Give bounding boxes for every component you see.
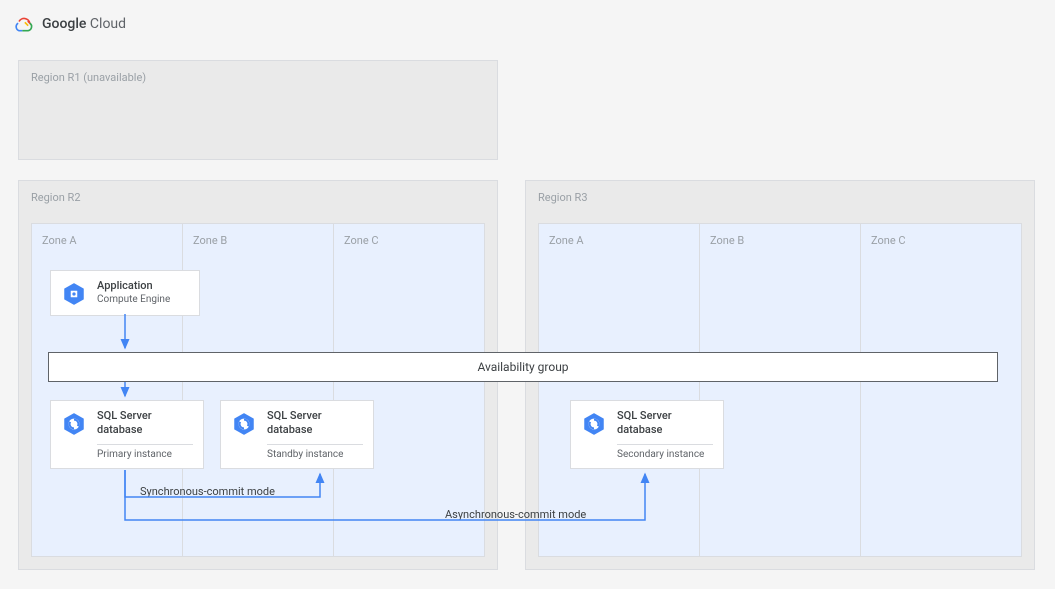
- region-r2-zone-c: Zone C: [334, 223, 485, 557]
- brand-light: Cloud: [90, 16, 126, 32]
- availability-group-label: Availability group: [477, 360, 568, 374]
- db-secondary-role: Secondary instance: [617, 444, 713, 460]
- zone-label: Zone A: [549, 234, 689, 247]
- db-standby-node: SQL Server database Standby instance: [220, 400, 374, 469]
- zone-label: Zone B: [710, 234, 850, 247]
- application-title: Application: [97, 279, 189, 293]
- db-primary-text: SQL Server database Primary instance: [97, 409, 193, 460]
- application-node: Application Compute Engine: [50, 270, 200, 316]
- db-secondary-node: SQL Server database Secondary instance: [570, 400, 724, 469]
- region-r2-label: Region R2: [31, 191, 485, 204]
- region-r3-zone-c: Zone C: [861, 223, 1022, 557]
- region-r1-box: Region R1 (unavailable): [18, 60, 498, 160]
- compute-engine-icon: [61, 281, 87, 307]
- application-text: Application Compute Engine: [97, 279, 189, 305]
- asynchronous-label: Asynchronous-commit mode: [445, 508, 586, 521]
- db-standby-title: SQL Server database: [267, 409, 363, 438]
- zone-label: Zone A: [42, 234, 172, 247]
- region-r3-zone-b: Zone B: [700, 223, 861, 557]
- region-r2-zone-b: Zone B: [183, 223, 334, 557]
- google-cloud-logo-icon: [14, 14, 34, 34]
- sql-server-icon: [61, 411, 87, 437]
- zone-label: Zone C: [344, 234, 474, 247]
- application-subtitle: Compute Engine: [97, 294, 189, 305]
- region-r3-label: Region R3: [538, 191, 1022, 204]
- db-primary-title: SQL Server database: [97, 409, 193, 438]
- sql-server-icon: [581, 411, 607, 437]
- db-secondary-text: SQL Server database Secondary instance: [617, 409, 713, 460]
- zone-label: Zone C: [871, 234, 1011, 247]
- db-standby-role: Standby instance: [267, 444, 363, 460]
- header: Google Cloud: [0, 0, 1055, 42]
- zone-label: Zone B: [193, 234, 323, 247]
- brand-bold: Google: [42, 16, 86, 32]
- db-primary-role: Primary instance: [97, 444, 193, 460]
- region-r3-zone-a: Zone A: [538, 223, 700, 557]
- region-r1-label: Region R1 (unavailable): [31, 71, 485, 84]
- region-r3-zones: Zone A Zone B Zone C: [538, 223, 1022, 557]
- synchronous-label: Synchronous-commit mode: [140, 485, 275, 498]
- sql-server-icon: [231, 411, 257, 437]
- db-secondary-title: SQL Server database: [617, 409, 713, 438]
- availability-group-box: Availability group: [48, 352, 998, 382]
- brand-text: Google Cloud: [42, 16, 126, 32]
- db-primary-node: SQL Server database Primary instance: [50, 400, 204, 469]
- db-standby-text: SQL Server database Standby instance: [267, 409, 363, 460]
